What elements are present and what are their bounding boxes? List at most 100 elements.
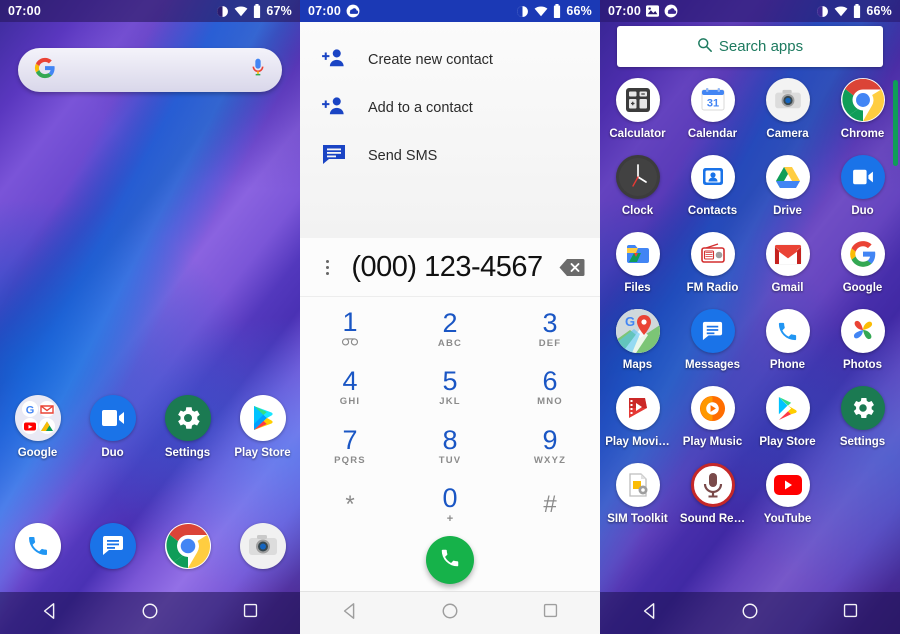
back-icon[interactable] <box>41 602 59 625</box>
drawer-app-play-store[interactable]: Play Store <box>750 386 825 448</box>
drawer-empty-slot <box>825 463 900 525</box>
cloud-sync-icon <box>664 4 678 18</box>
key-7[interactable]: 7 PQRS <box>300 417 400 476</box>
home-icon[interactable] <box>741 602 759 625</box>
key-digit: 7 <box>342 424 358 455</box>
key-4[interactable]: 4 GHI <box>300 359 400 418</box>
drawer-app-photos[interactable]: Photos <box>825 309 900 371</box>
key-digit: 2 <box>442 307 458 338</box>
drawer-app-duo[interactable]: Duo <box>825 155 900 217</box>
drawer-app-gmail[interactable]: Gmail <box>750 232 825 294</box>
dock-app-phone[interactable] <box>0 523 75 569</box>
search-apps-bar[interactable]: Search apps <box>617 26 883 67</box>
app-label: Settings <box>839 436 886 448</box>
search-icon <box>697 37 712 56</box>
home-icon[interactable] <box>441 602 459 625</box>
drawer-app-settings[interactable]: Settings <box>825 386 900 448</box>
home-icon[interactable] <box>141 602 159 625</box>
home-navigation-bar <box>0 592 300 634</box>
key-8[interactable]: 8 TUV <box>400 417 500 476</box>
drawer-app-youtube[interactable]: YouTube <box>750 463 825 525</box>
app-label: FM Radio <box>686 282 739 294</box>
drawer-app-maps[interactable]: G Maps <box>600 309 675 371</box>
dnd-icon <box>216 5 229 18</box>
dock-app-chrome[interactable] <box>150 523 225 569</box>
calculator-icon <box>615 78 660 122</box>
messages-icon <box>89 523 136 569</box>
backspace-icon[interactable] <box>554 258 590 277</box>
key-digit: * <box>345 490 355 518</box>
call-button[interactable] <box>426 536 474 584</box>
key-digit: 8 <box>442 424 458 455</box>
drawer-app-play-music[interactable]: Play Music <box>675 386 750 448</box>
key-digit: 6 <box>542 366 558 397</box>
youtube-icon <box>765 463 810 507</box>
home-screen-panel: 07:00 67% G Google Duo Settings Play Sto… <box>0 0 300 634</box>
google-search-bar[interactable] <box>18 48 282 92</box>
home-app-play-store[interactable]: Play Store <box>225 395 300 459</box>
play-music-icon <box>690 386 735 430</box>
wifi-icon <box>534 5 548 17</box>
recents-icon[interactable] <box>542 602 559 624</box>
key-9[interactable]: 9 WXYZ <box>500 417 600 476</box>
key-0[interactable]: 0 + <box>400 476 500 535</box>
drawer-app-files[interactable]: Files <box>600 232 675 294</box>
key-sub: TUV <box>438 454 462 466</box>
battery-percent: 66% <box>866 4 892 18</box>
key-1[interactable]: 1 <box>300 300 400 359</box>
app-drawer-panel: 07:00 66% Search apps Calculator 31 Cale… <box>600 0 900 634</box>
drawer-app-calculator[interactable]: Calculator <box>600 78 675 140</box>
drive-icon <box>765 155 810 199</box>
drawer-app-google[interactable]: Google <box>825 232 900 294</box>
app-label: Settings <box>164 447 211 459</box>
drawer-app-messages[interactable]: Messages <box>675 309 750 371</box>
drawer-app-play-movies[interactable]: Play Movi… <box>600 386 675 448</box>
phone-icon <box>765 309 810 353</box>
drawer-app-fm-radio[interactable]: FM Radio <box>675 232 750 294</box>
settings-icon <box>840 386 885 430</box>
cloud-sync-icon <box>346 4 360 18</box>
dock-app-messages[interactable] <box>75 523 150 569</box>
key-sub: + <box>446 512 454 525</box>
menu-item-add-to-a-contact[interactable]: Add to a contact <box>300 84 600 132</box>
app-drawer-grid: Calculator 31 Calendar Camera Chrome Clo… <box>600 78 900 525</box>
key-2[interactable]: 2 ABC <box>400 300 500 359</box>
back-icon[interactable] <box>641 602 659 625</box>
microphone-icon[interactable] <box>250 58 266 83</box>
drawer-app-phone[interactable]: Phone <box>750 309 825 371</box>
drawer-app-clock[interactable]: Clock <box>600 155 675 217</box>
key-star[interactable]: * <box>300 476 400 535</box>
back-icon[interactable] <box>341 602 359 625</box>
home-app-duo[interactable]: Duo <box>75 395 150 459</box>
drawer-scrollbar[interactable] <box>893 80 898 166</box>
drawer-app-drive[interactable]: Drive <box>750 155 825 217</box>
kebab-menu-icon[interactable] <box>314 259 340 275</box>
key-sub: DEF <box>538 337 562 349</box>
key-5[interactable]: 5 JKL <box>400 359 500 418</box>
app-label: Play Music <box>682 436 743 448</box>
messages-icon <box>690 309 735 353</box>
key-3[interactable]: 3 DEF <box>500 300 600 359</box>
dialed-number[interactable]: (000) 123-4567 <box>340 251 554 284</box>
chrome-icon <box>840 78 885 122</box>
key-digit: 0 <box>442 482 458 513</box>
drawer-app-chrome[interactable]: Chrome <box>825 78 900 140</box>
wifi-icon <box>834 5 848 17</box>
key-6[interactable]: 6 MNO <box>500 359 600 418</box>
menu-item-send-sms[interactable]: Send SMS <box>300 132 600 180</box>
app-label: Chrome <box>840 128 885 140</box>
drawer-app-sound-recorder[interactable]: Sound Re… <box>675 463 750 525</box>
home-app-settings[interactable]: Settings <box>150 395 225 459</box>
drawer-app-sim-toolkit[interactable]: SIM Toolkit <box>600 463 675 525</box>
recents-icon[interactable] <box>842 602 859 624</box>
home-app-google-folder[interactable]: G Google <box>0 395 75 459</box>
app-label: Messages <box>685 359 740 371</box>
drawer-app-calendar[interactable]: 31 Calendar <box>675 78 750 140</box>
drawer-status-bar: 07:00 66% <box>600 0 900 22</box>
key-hash[interactable]: # <box>500 476 600 535</box>
menu-item-create-new-contact[interactable]: Create new contact <box>300 36 600 84</box>
drawer-app-camera[interactable]: Camera <box>750 78 825 140</box>
drawer-app-contacts[interactable]: Contacts <box>675 155 750 217</box>
recents-icon[interactable] <box>242 602 259 624</box>
dock-app-camera[interactable] <box>225 523 300 569</box>
